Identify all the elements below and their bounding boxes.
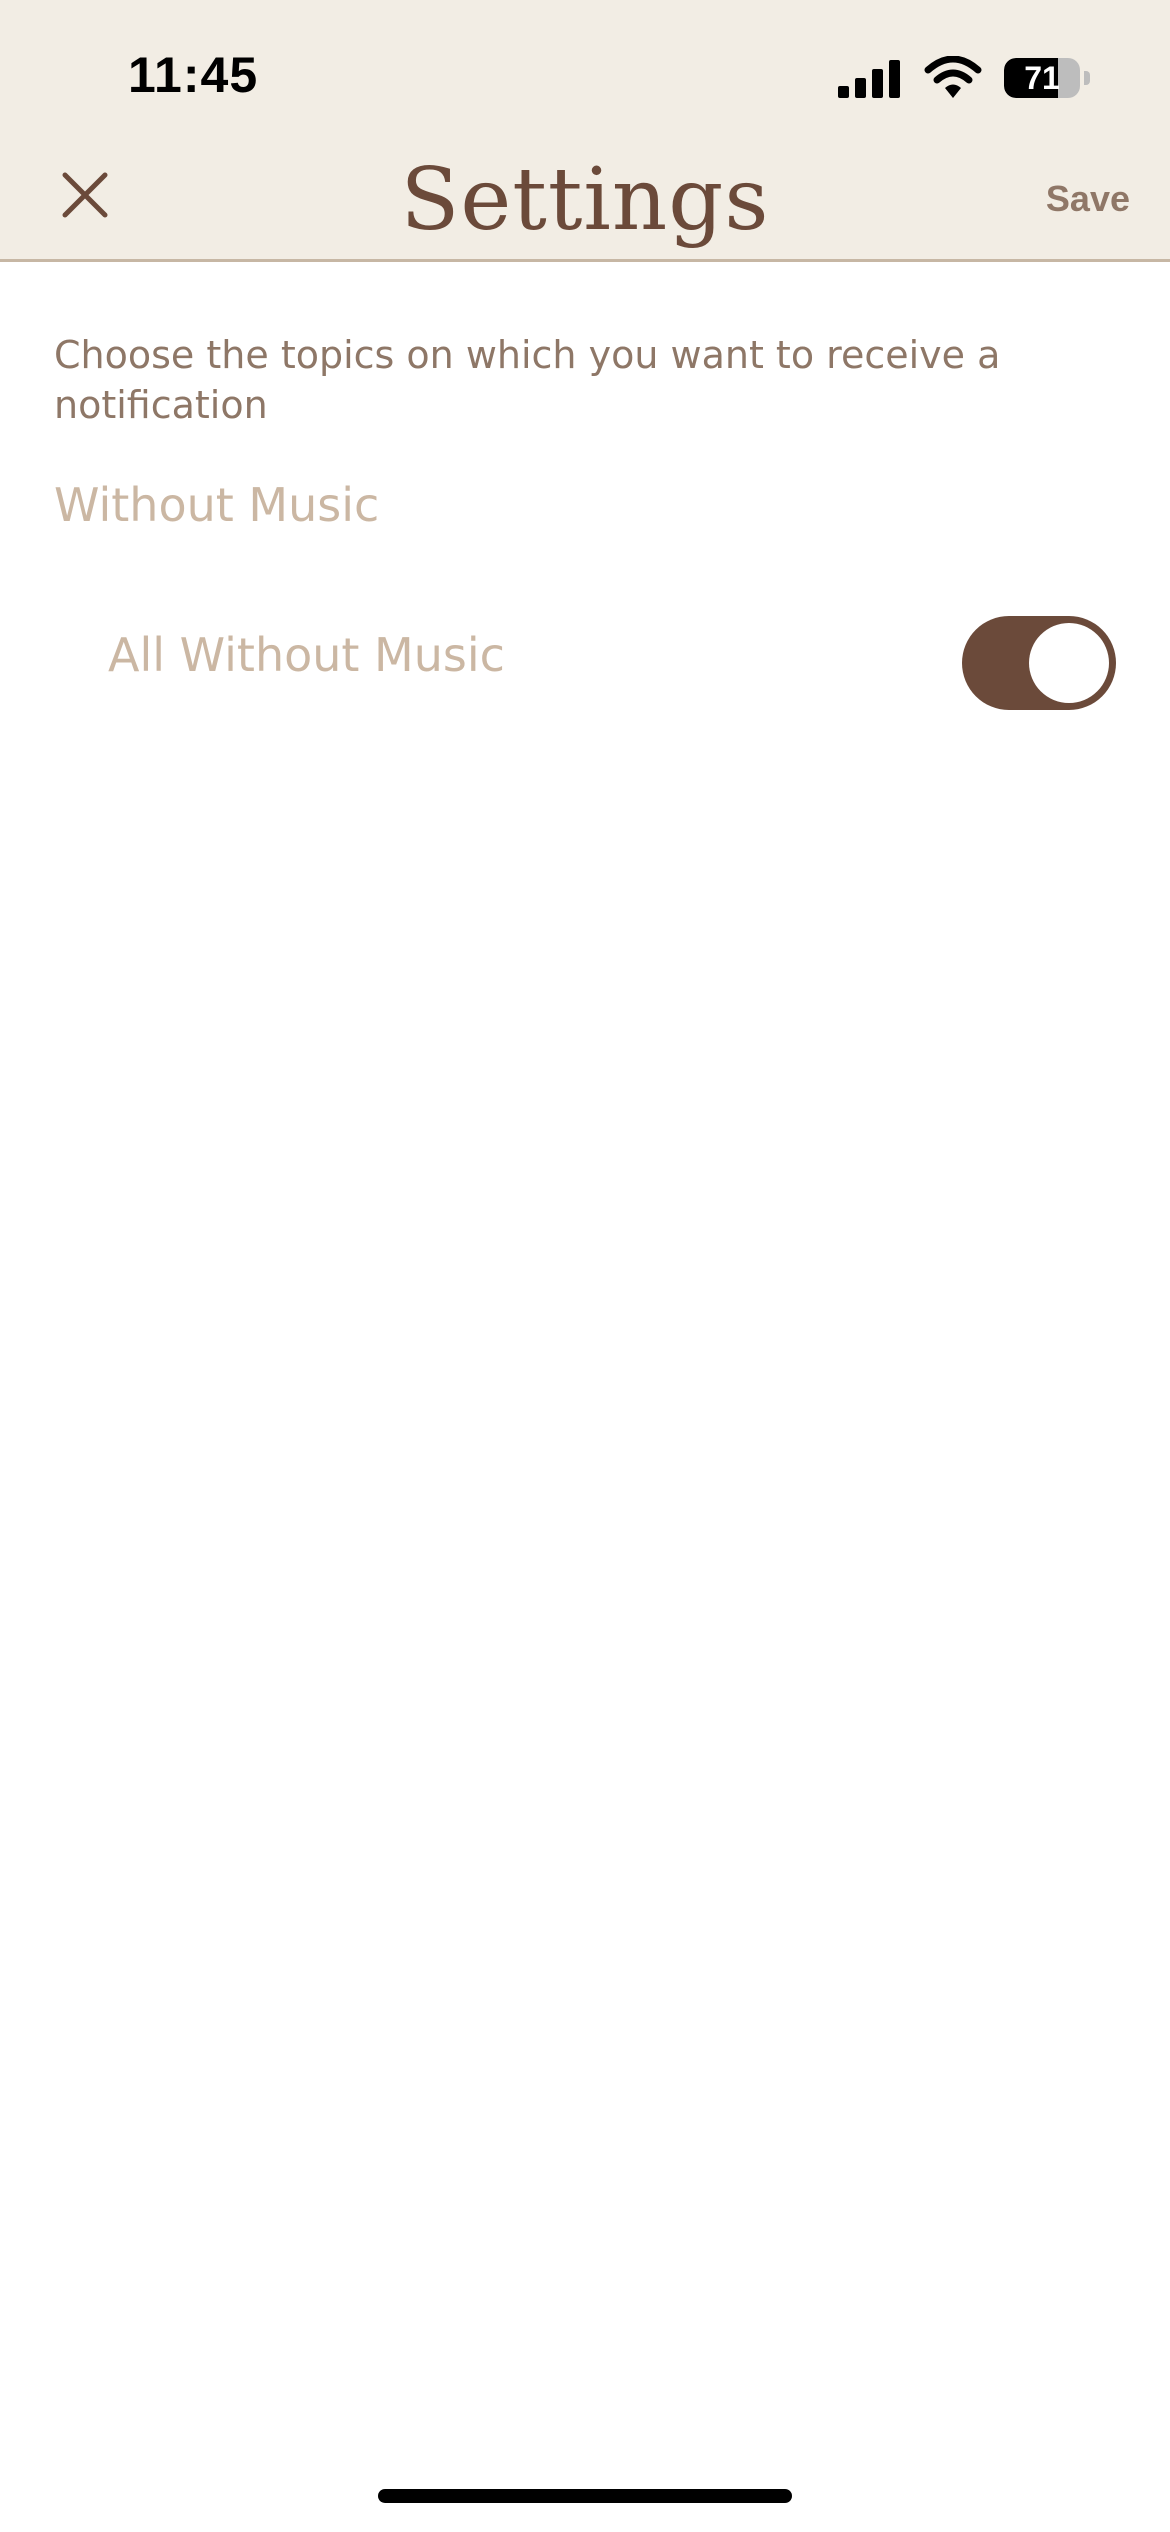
battery-percentage: 71	[1024, 59, 1060, 96]
wifi-icon	[924, 56, 982, 98]
page-title: Settings	[400, 150, 770, 250]
status-icons: 71	[838, 54, 1090, 102]
notification-toggle[interactable]	[962, 616, 1116, 710]
signal-bars-icon	[838, 60, 900, 98]
toggle-knob	[1029, 623, 1109, 703]
toggle-label: All Without Music	[108, 628, 505, 682]
save-button[interactable]: Save	[1046, 178, 1130, 220]
list-item: All Without Music	[0, 610, 1170, 720]
header: 11:45 71 Settings Save	[0, 0, 1170, 262]
status-time: 11:45	[128, 47, 259, 103]
settings-screen: 11:45 71 Settings Save Choose the topics…	[0, 0, 1170, 2532]
intro-text: Choose the topics on which you want to r…	[54, 333, 1001, 427]
battery-tip	[1084, 71, 1090, 85]
section-title: Without Music	[54, 478, 380, 532]
battery-icon: 71	[1004, 58, 1080, 98]
home-indicator[interactable]	[378, 2489, 792, 2503]
